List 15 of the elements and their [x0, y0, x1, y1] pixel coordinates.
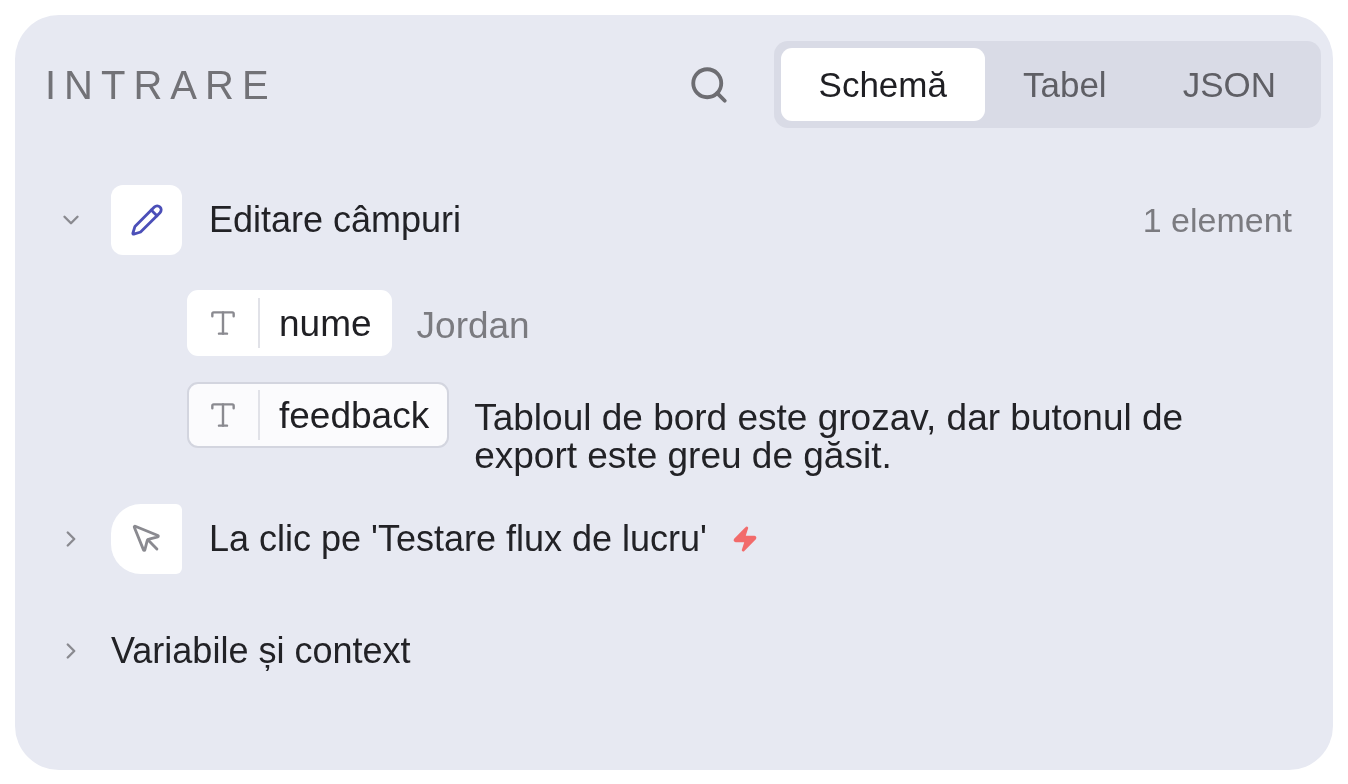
section-title: Editare câmpuri [209, 202, 462, 238]
pencil-icon [111, 185, 182, 255]
field-value: Jordan [416, 307, 530, 345]
view-tab[interactable]: Tabel [984, 48, 1145, 121]
field-name: nume [279, 304, 372, 342]
section-title: La clic pe 'Testare flux de lucru' [209, 521, 707, 557]
section-title: Variabile și context [111, 633, 411, 669]
panel-title: INTRARE [45, 64, 278, 105]
view-tab[interactable]: Schemă [780, 48, 985, 121]
field-value: Tabloul de bord este grozav, dar butonul de export este greu de găsit. [474, 399, 1185, 475]
lightning-icon [731, 525, 759, 553]
cursor-arrow-icon [111, 504, 182, 574]
item-count: 1 element [1142, 203, 1292, 237]
field-name: feedback [279, 396, 430, 434]
view-tab[interactable]: JSON [1144, 48, 1314, 121]
